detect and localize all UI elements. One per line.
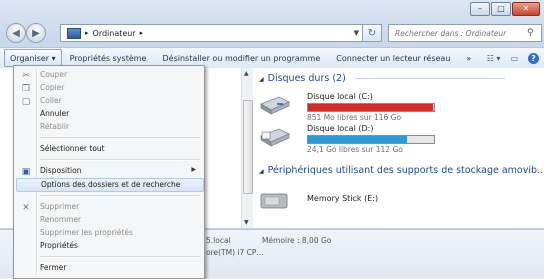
search-box[interactable]: ⚲ <box>388 24 542 42</box>
hard-drive-icon <box>260 128 290 147</box>
forward-button[interactable]: ▶ <box>26 23 46 43</box>
paste-icon: ▢ <box>21 96 31 107</box>
menu-item-close[interactable]: Fermer <box>16 262 202 275</box>
menu-item-delete[interactable]: ✕ Supprimer <box>16 201 202 214</box>
minimize-button[interactable]: – <box>470 2 490 16</box>
layout-icon: ▣ <box>21 166 31 177</box>
hard-drive-icon <box>260 96 290 115</box>
explorer-window: – □ ✕ ◀ ▶ ▸ Ordinateur ▸ ▼ ↻ ⚲ Organiser… <box>0 0 544 279</box>
content-pane: ◢ Disques durs (2) Disque local (C:) 851 … <box>253 68 544 228</box>
menu-item-remove-properties[interactable]: Supprimer les propriétés <box>16 227 202 240</box>
hard-drives-group-header[interactable]: ◢ Disques durs (2) <box>259 73 505 84</box>
back-button[interactable]: ◀ <box>6 23 26 43</box>
drive-usage-bar <box>307 135 435 144</box>
menu-item-select-all[interactable]: Sélectionner tout <box>16 143 202 156</box>
close-button[interactable]: ✕ <box>512 2 540 16</box>
navigation-scrollbar[interactable]: ▲ ▼ <box>241 68 253 228</box>
menu-item-paste[interactable]: ▢ Coller <box>16 95 202 108</box>
help-icon[interactable]: ? <box>528 52 539 64</box>
refresh-icon: ↻ <box>367 27 377 39</box>
memory-stick-icon <box>260 193 288 209</box>
drive-free-space: 851 Mo libres sur 116 Go <box>307 113 402 122</box>
menu-separator <box>40 256 200 258</box>
collapse-triangle-icon[interactable]: ◢ <box>259 76 264 83</box>
breadcrumb-location[interactable]: Ordinateur <box>93 29 136 38</box>
processor-info: ore(TM) i7 CP… <box>206 248 264 257</box>
copy-icon: ❐ <box>21 83 31 94</box>
menu-item-layout[interactable]: ▣ Disposition ▶ <box>16 165 202 178</box>
delete-icon: ✕ <box>22 202 30 213</box>
domain-info: 5.local <box>206 236 231 245</box>
toolbar-overflow-button[interactable]: » <box>458 48 479 68</box>
organize-menu: ✂ Couper ❐ Copier ▢ Coller Annuler Rétab… <box>13 65 205 279</box>
breadcrumb-separator[interactable]: ▸ <box>85 29 89 37</box>
window-caption-buttons: – □ ✕ <box>470 2 540 16</box>
maximize-button[interactable]: □ <box>491 2 511 16</box>
search-icon[interactable]: ⚲ <box>527 28 534 38</box>
menu-item-properties[interactable]: Propriétés <box>16 240 202 253</box>
menu-separator <box>40 137 200 139</box>
submenu-arrow-icon: ▶ <box>191 166 196 173</box>
scroll-up-icon[interactable]: ▲ <box>244 70 249 77</box>
drive-name: Disque local (C:) <box>307 92 373 101</box>
menu-item-copy[interactable]: ❐ Copier <box>16 82 202 95</box>
menu-item-folder-options[interactable]: Options des dossiers et de recherche <box>16 178 204 192</box>
search-input[interactable] <box>389 28 527 38</box>
computer-icon <box>67 27 81 39</box>
scroll-down-icon[interactable]: ▼ <box>244 219 249 226</box>
removable-group-header[interactable]: ◢ Périphériques utilisant des supports de… <box>259 165 544 176</box>
scrollbar-thumb[interactable] <box>243 100 253 194</box>
back-arrow-icon: ◀ <box>12 27 20 39</box>
menu-item-undo[interactable]: Annuler <box>16 108 202 121</box>
preview-pane-icon[interactable]: ▭ <box>510 54 518 63</box>
menu-separator <box>40 195 200 197</box>
map-network-drive-button[interactable]: Connecter un lecteur réseau <box>328 48 458 68</box>
collapse-triangle-icon[interactable]: ◢ <box>259 168 264 175</box>
memory-info: Mémoire : 8,00 Go <box>262 236 332 245</box>
refresh-button[interactable]: ↻ <box>362 24 382 42</box>
breadcrumb-separator-2[interactable]: ▸ <box>140 29 144 37</box>
menu-item-redo[interactable]: Rétablir <box>16 121 202 134</box>
forward-arrow-icon: ▶ <box>32 27 40 39</box>
drive-usage-bar <box>307 103 435 112</box>
menu-item-cut[interactable]: ✂ Couper <box>16 69 202 82</box>
drive-free-space: 24,1 Go libres sur 112 Go <box>307 145 403 154</box>
menu-separator <box>40 159 200 161</box>
chevron-down-icon[interactable]: ▼ <box>354 29 359 37</box>
cut-icon: ✂ <box>22 70 30 81</box>
drive-name: Disque local (D:) <box>307 124 374 133</box>
view-options-icon[interactable]: ☷ ▾ <box>487 54 501 63</box>
menu-item-rename[interactable]: Renommer <box>16 214 202 227</box>
address-bar[interactable]: ▸ Ordinateur ▸ ▼ <box>60 24 364 42</box>
drive-name: Memory Stick (E:) <box>307 194 379 203</box>
